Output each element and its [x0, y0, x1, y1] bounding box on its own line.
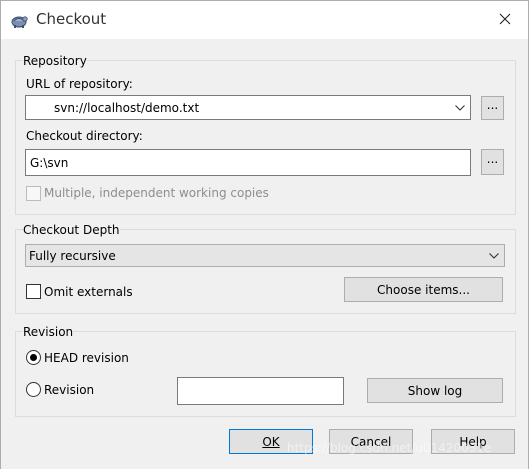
- revision-group-title: Revision: [23, 325, 74, 339]
- multiple-copies-checkbox[interactable]: [26, 186, 41, 201]
- revision-radio[interactable]: [26, 382, 41, 397]
- window-title: Checkout: [36, 10, 107, 28]
- show-log-button[interactable]: Show log: [367, 378, 503, 403]
- repository-group-title: Repository: [23, 54, 87, 68]
- directory-browse-button[interactable]: ...: [481, 149, 504, 175]
- multiple-copies-label: Multiple, independent working copies: [44, 186, 269, 200]
- head-revision-label: HEAD revision: [44, 351, 129, 365]
- help-button[interactable]: Help: [431, 429, 515, 454]
- checkout-dialog: Checkout Repository URL of repository: s…: [0, 0, 529, 469]
- checkout-directory-input[interactable]: G:\svn: [25, 149, 471, 176]
- close-button[interactable]: [482, 1, 528, 37]
- title-bar: Checkout: [1, 1, 528, 39]
- cancel-button[interactable]: Cancel: [329, 429, 413, 454]
- depth-selected-value: Fully recursive: [29, 248, 116, 263]
- url-browse-button[interactable]: ...: [481, 96, 504, 120]
- depth-select[interactable]: Fully recursive: [25, 244, 505, 267]
- head-revision-radio[interactable]: [26, 350, 41, 365]
- omit-externals-label: Omit externals: [44, 285, 133, 299]
- ok-button-label: OK: [262, 434, 280, 449]
- url-combobox[interactable]: svn://localhost/demo.txt: [25, 95, 471, 120]
- checkout-directory-label: Checkout directory:: [26, 129, 143, 143]
- checkout-depth-group-title: Checkout Depth: [23, 223, 120, 237]
- chevron-down-icon[interactable]: [484, 245, 504, 266]
- choose-items-button[interactable]: Choose items...: [344, 277, 503, 302]
- revision-input[interactable]: [177, 377, 344, 405]
- url-value: svn://localhost/demo.txt: [54, 100, 200, 115]
- revision-label: Revision: [44, 383, 95, 397]
- chevron-down-icon[interactable]: [450, 96, 470, 119]
- close-icon: [499, 13, 511, 25]
- tortoisesvn-icon: [9, 10, 29, 30]
- ok-button[interactable]: OK: [229, 429, 313, 454]
- url-label: URL of repository:: [26, 77, 133, 91]
- omit-externals-checkbox[interactable]: [26, 284, 41, 299]
